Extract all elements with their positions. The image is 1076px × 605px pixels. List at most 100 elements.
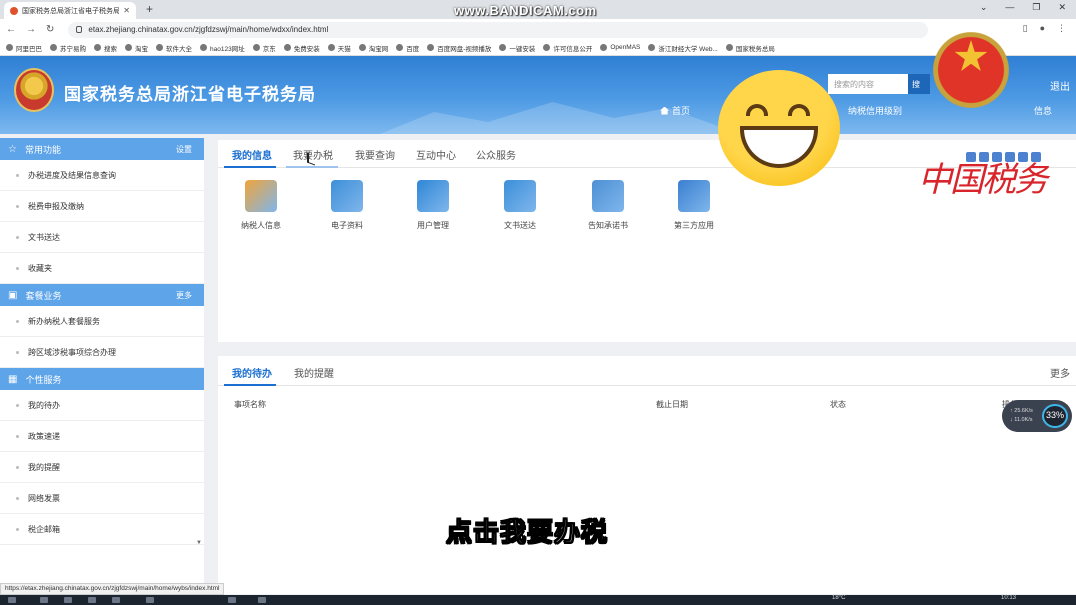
printer-icon bbox=[331, 180, 363, 212]
badge-caption: 中国税务 bbox=[918, 160, 1048, 200]
clock: 10:13 bbox=[1000, 595, 1016, 601]
column-header: 状态 bbox=[830, 400, 846, 409]
taskbar-app-icon[interactable] bbox=[228, 597, 236, 603]
browser-tab[interactable]: 国家税务总局浙江省电子税务局 ✕ bbox=[4, 2, 136, 19]
app-tile[interactable]: 文书送达 bbox=[485, 180, 555, 231]
tab-4[interactable]: 公众服务 bbox=[476, 147, 516, 162]
section-title: 个性服务 bbox=[25, 374, 62, 385]
sidebar-item[interactable]: 税企邮箱 bbox=[0, 514, 204, 545]
home-icon bbox=[660, 106, 669, 115]
bookmark-item[interactable]: 搜索 bbox=[94, 43, 117, 53]
forward-icon[interactable]: → bbox=[26, 24, 36, 35]
credit-level-link[interactable]: 纳税信用级别 bbox=[848, 104, 902, 117]
maximize-icon[interactable]: ❐ bbox=[1032, 2, 1040, 13]
bookmark-item[interactable]: 阿里巴巴 bbox=[6, 43, 42, 53]
network-speed-widget: ↑ 25.6K/s ↓ 11.0K/s 33% bbox=[1002, 400, 1072, 432]
sidebar-item[interactable]: 跨区域涉税事项综合办理 bbox=[0, 337, 204, 368]
app-tile[interactable]: 告知承诺书 bbox=[573, 180, 643, 231]
bookmark-item[interactable]: 京东 bbox=[252, 43, 276, 53]
app-tile[interactable]: 电子资料 bbox=[312, 180, 382, 231]
todo-tabs: 我的待办 我的提醒 bbox=[218, 356, 1076, 386]
url-input[interactable]: etax.zhejiang.chinatax.gov.cn/zjgfdzswj/… bbox=[68, 21, 929, 38]
active-todo-tab-indicator bbox=[224, 384, 276, 386]
bookmark-item[interactable]: 百度 bbox=[396, 43, 419, 53]
app-tile[interactable]: 用户管理 bbox=[398, 180, 468, 231]
bookmark-item[interactable]: 许可信息公开 bbox=[543, 43, 592, 53]
bookmark-label: 阿里巴巴 bbox=[16, 45, 42, 53]
menu-icon[interactable]: ⋮ bbox=[1057, 23, 1066, 34]
sidebar-item[interactable]: 我的提醒 bbox=[0, 452, 204, 483]
taskbar-app-icon[interactable] bbox=[88, 597, 96, 603]
app-tile[interactable]: 纳税人信息 bbox=[226, 180, 296, 231]
home-label: 首页 bbox=[672, 106, 691, 116]
app-label: 纳税人信息 bbox=[241, 221, 281, 230]
star-icon: ☆ bbox=[8, 143, 17, 155]
section-title: 套餐业务 bbox=[25, 290, 62, 301]
address-bar: ← → ↻ etax.zhejiang.chinatax.gov.cn/zjgf… bbox=[0, 19, 1076, 40]
todo-panel: 我的待办我的提醒 更多 事项名称截止日期状态操作 bbox=[218, 356, 1076, 594]
recording-watermark: www.BANDICAM.com bbox=[454, 3, 597, 18]
bookmark-favicon-icon bbox=[156, 44, 163, 51]
profile-icon[interactable]: ● bbox=[1040, 23, 1045, 34]
start-icon[interactable] bbox=[8, 597, 16, 603]
sidebar-icon[interactable]: ▯ bbox=[1023, 23, 1028, 34]
bookmark-item[interactable]: 百度网盘-视频播放 bbox=[427, 43, 491, 53]
bookmark-item[interactable]: hao123网址 bbox=[200, 43, 245, 53]
section-link[interactable]: 更多 bbox=[176, 290, 192, 301]
todo-tab-0[interactable]: 我的待办 bbox=[232, 365, 272, 380]
bookmark-item[interactable]: 浙江财经大学 Web... bbox=[648, 43, 718, 53]
app-tile[interactable]: 第三方应用 bbox=[659, 180, 729, 231]
minimize-icon[interactable]: — bbox=[1005, 2, 1014, 13]
bookmark-item[interactable]: 免费安装 bbox=[283, 43, 320, 53]
taskbar-app-icon[interactable] bbox=[146, 597, 154, 603]
sidebar-item[interactable]: 办税进度及结果信息查询 bbox=[0, 160, 204, 191]
close-icon[interactable]: ✕ bbox=[1058, 2, 1066, 13]
app-label: 用户管理 bbox=[417, 221, 449, 230]
info-link[interactable]: 信息 bbox=[1034, 104, 1052, 117]
bookmark-item[interactable]: 软件大全 bbox=[156, 43, 192, 53]
sidebar-item[interactable]: 文书送达 bbox=[0, 222, 204, 253]
more-link[interactable]: 更多 bbox=[1050, 365, 1070, 380]
bookmark-item[interactable]: 淘宝 bbox=[125, 43, 148, 53]
home-link[interactable]: 首页 bbox=[660, 104, 690, 117]
sidebar-item[interactable]: 新办纳税人套餐服务 bbox=[0, 306, 204, 337]
bookmark-item[interactable]: 淘宝网 bbox=[358, 43, 389, 53]
tab-2[interactable]: 我要查询 bbox=[355, 147, 395, 162]
bookmark-label: 百度网盘-视频播放 bbox=[437, 45, 492, 53]
bookmark-item[interactable]: 一键安装 bbox=[499, 43, 535, 53]
sidebar-section-header[interactable]: ☆ 常用功能 设置 bbox=[0, 138, 204, 160]
new-tab-icon[interactable]: + bbox=[146, 2, 153, 16]
taskbar-app-icon[interactable] bbox=[112, 597, 120, 603]
tab-close-icon[interactable]: ✕ bbox=[123, 6, 130, 15]
user-manage-icon bbox=[417, 180, 449, 212]
taskbar-app-icon[interactable] bbox=[40, 597, 48, 603]
sidebar-item[interactable]: 我的待办 bbox=[0, 390, 204, 421]
back-icon[interactable]: ← bbox=[6, 24, 16, 35]
bookmark-item[interactable]: 天猫 bbox=[327, 43, 351, 53]
todo-tab-1[interactable]: 我的提醒 bbox=[294, 365, 334, 380]
bookmark-item[interactable]: OpenMAS bbox=[600, 44, 640, 51]
bookmark-item[interactable]: 苏宁易购 bbox=[50, 43, 86, 53]
bookmark-favicon-icon bbox=[543, 44, 551, 51]
bookmark-favicon-icon bbox=[648, 44, 656, 51]
section-link[interactable]: 设置 bbox=[176, 144, 192, 155]
sidebar-section-header[interactable]: ▦ 个性服务 bbox=[0, 368, 204, 390]
bookmark-label: 淘宝网 bbox=[368, 45, 389, 53]
tab-3[interactable]: 互动中心 bbox=[416, 147, 456, 162]
reload-icon[interactable]: ↻ bbox=[46, 24, 54, 35]
tab-0[interactable]: 我的信息 bbox=[232, 147, 272, 162]
sidebar-item[interactable]: 收藏夹 bbox=[0, 253, 204, 284]
sidebar-item[interactable]: 政策速递 bbox=[0, 421, 204, 452]
sidebar-item[interactable]: 税费申报及缴纳 bbox=[0, 191, 204, 222]
weather-readout: 18°C bbox=[832, 595, 846, 601]
sidebar-section-header[interactable]: ▣ 套餐业务 更多 bbox=[0, 284, 204, 306]
taskbar-app-icon[interactable] bbox=[258, 597, 266, 603]
os-taskbar: 18°C 10:13 bbox=[0, 595, 1076, 605]
logout-link[interactable]: 退出 bbox=[1050, 78, 1070, 93]
address-bar-actions: ▯ ● ⋮ bbox=[1023, 23, 1066, 34]
taskbar-app-icon[interactable] bbox=[64, 597, 72, 603]
sidebar-item[interactable]: 网络发票 bbox=[0, 483, 204, 514]
site-title: 国家税务总局浙江省电子税务局 bbox=[64, 85, 316, 104]
bookmark-item[interactable]: 国家税务总局 bbox=[725, 43, 775, 53]
site-search-input[interactable]: 搜索的内容 bbox=[828, 74, 910, 94]
